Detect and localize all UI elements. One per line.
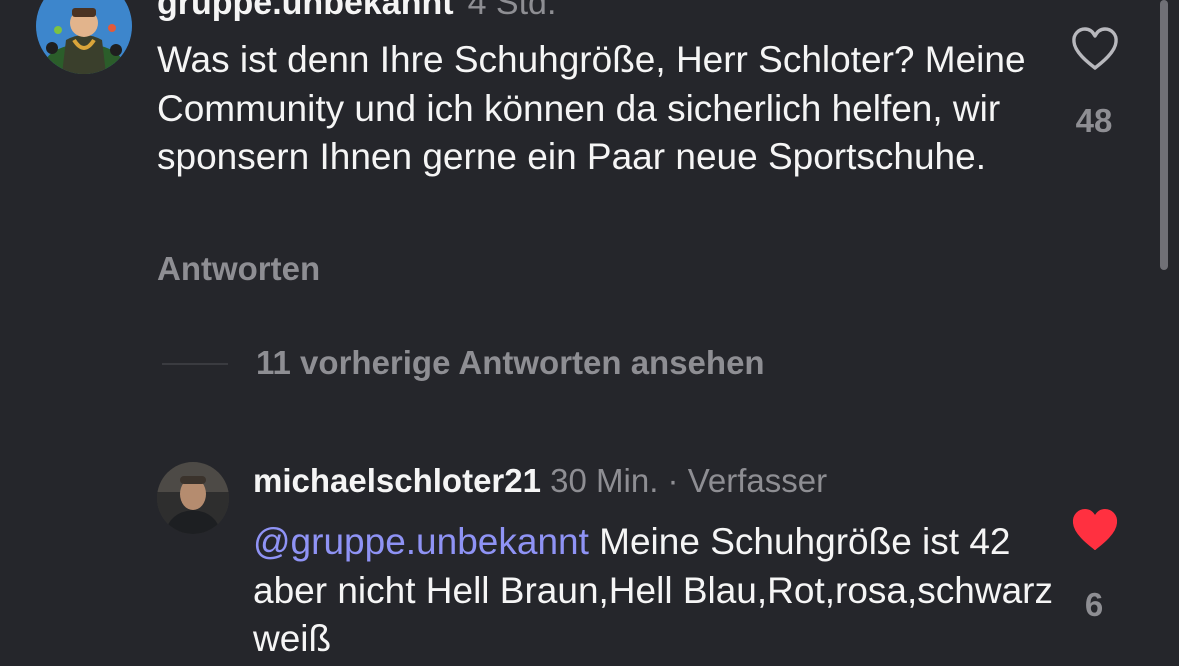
heart-filled-icon	[1072, 509, 1118, 550]
heart-outline-icon	[1072, 27, 1118, 70]
like-count: 6	[1084, 586, 1104, 623]
comments-screen: gruppe.unbekannt 4 Std. Was ist denn Ihre…	[0, 0, 1179, 666]
comment-meta: 30 Min. · Verfasser	[550, 462, 828, 499]
scrollbar[interactable]	[1160, 0, 1168, 270]
view-replies-button[interactable]: 11 vorherige Antworten ansehen	[256, 344, 765, 382]
username[interactable]: gruppe.unbekannt	[157, 0, 454, 22]
comment-author[interactable]: michaelschloter21 30 Min. · Verfasser	[253, 462, 827, 500]
avatar-image	[157, 462, 229, 534]
mention-link[interactable]: @gruppe.unbekannt	[253, 521, 589, 562]
comment-text: Was ist denn Ihre Schuhgröße, Herr Schlo…	[157, 39, 1026, 177]
comment-timestamp: 4 Std.	[467, 0, 557, 22]
username[interactable]: michaelschloter21	[253, 462, 541, 499]
comment-author[interactable]: gruppe.unbekannt 4 Std.	[157, 0, 556, 23]
avatar-image	[36, 0, 132, 74]
like-button[interactable]	[1070, 27, 1120, 71]
avatar[interactable]	[157, 462, 229, 534]
like-button[interactable]	[1070, 508, 1120, 552]
like-count: 48	[1075, 102, 1113, 139]
reply-button[interactable]: Antworten	[157, 250, 320, 288]
avatar[interactable]	[36, 0, 132, 74]
comment-text: @gruppe.unbekannt Meine Schuhgröße ist 4…	[253, 518, 1053, 664]
divider	[162, 363, 228, 365]
